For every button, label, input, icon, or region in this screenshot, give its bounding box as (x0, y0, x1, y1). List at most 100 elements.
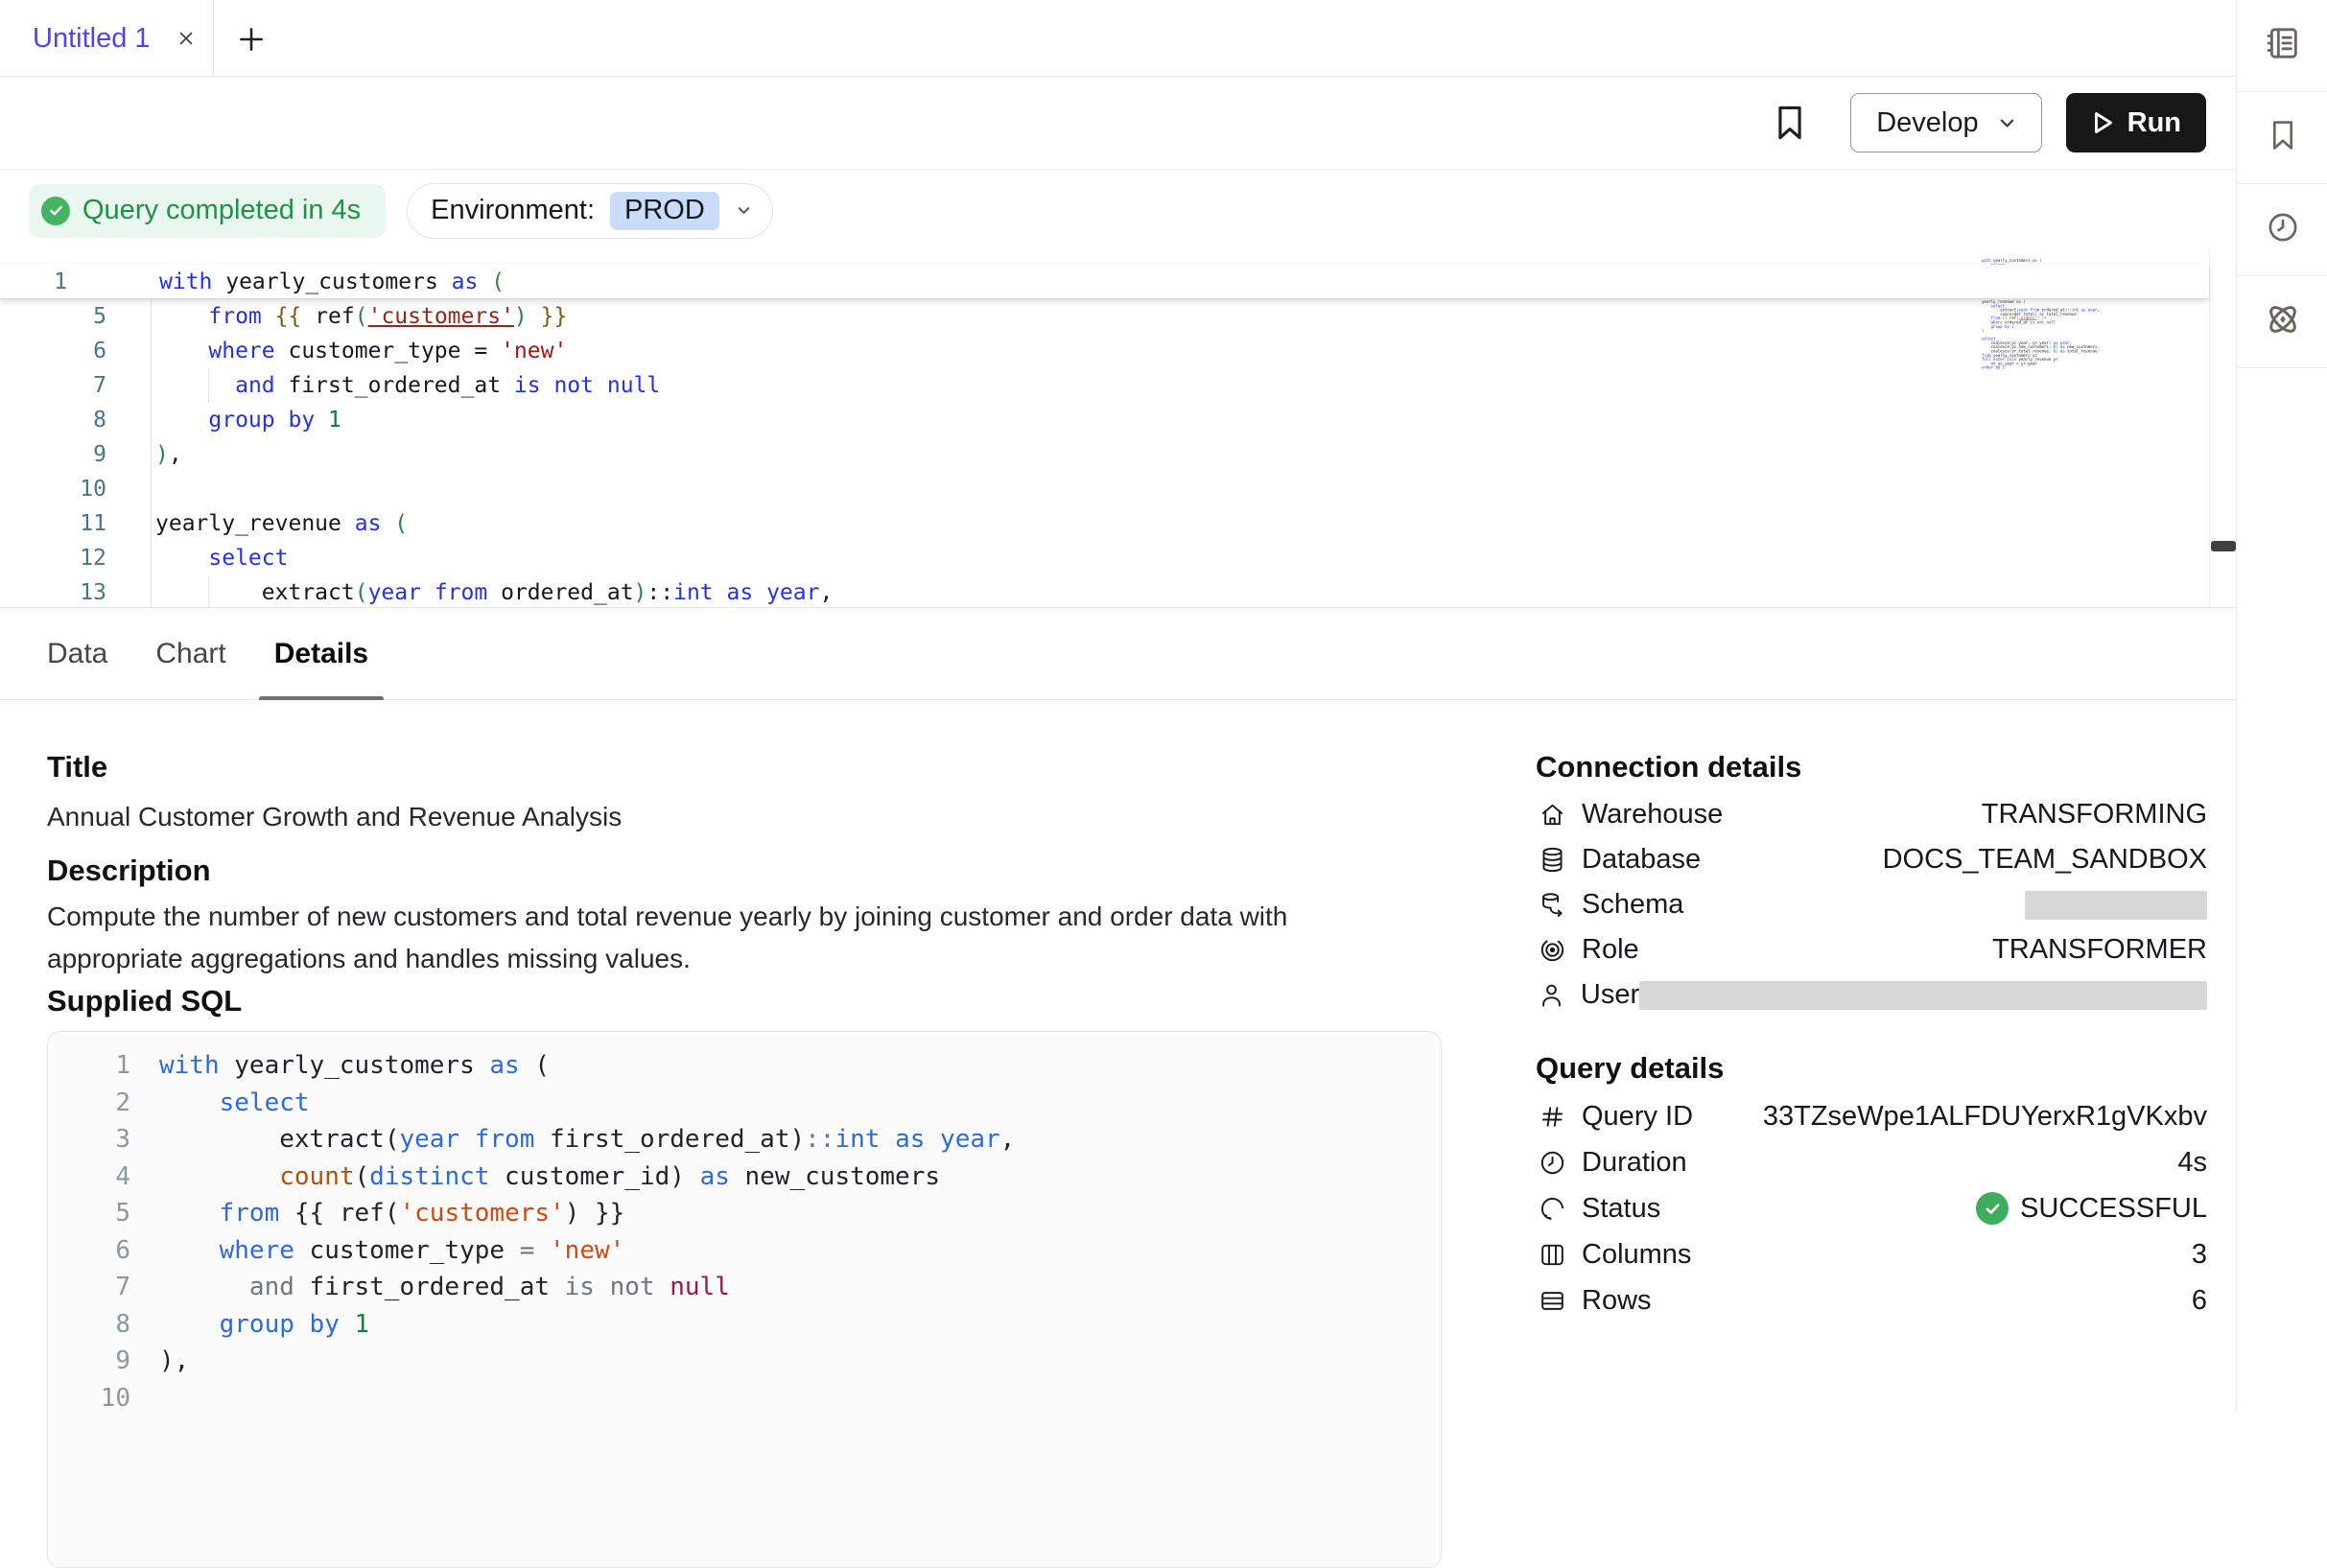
line-number: 7 (69, 1273, 130, 1301)
row-label: Role (1582, 934, 1639, 966)
connection-rows: Warehouse TRANSFORMING Database DOCS_TEAM_S… (1536, 792, 2207, 1018)
line-number: 5 (0, 299, 152, 334)
chevron-down-icon (1994, 110, 2020, 136)
row-value: 6 (2192, 1285, 2207, 1317)
status-icon (1536, 1194, 1568, 1224)
query-status-pill: Query completed in 4s (29, 184, 386, 238)
row-value: SUCCESSFUL (2020, 1193, 2207, 1225)
query-details-heading: Query details (1536, 1051, 1724, 1086)
row-label: Status (1582, 1193, 1660, 1225)
sticky-line-code: with yearly_customers as ( (155, 269, 505, 294)
supplied-sql-line-9: 9), (69, 1343, 1441, 1380)
tab-chart[interactable]: Chart (140, 608, 241, 700)
row-label: Warehouse (1582, 799, 1723, 831)
supplied-sql-line-4: 4 count(distinct customer_id) as new_cus… (69, 1158, 1441, 1196)
editor-line-6[interactable]: 6 where customer_type = 'new' (0, 334, 2209, 368)
description-heading: Description (47, 854, 211, 888)
detail-row-warehouse: Warehouse TRANSFORMING (1536, 792, 2207, 837)
close-tab-icon[interactable] (172, 24, 200, 53)
run-button[interactable]: Run (2066, 93, 2206, 152)
title-heading: Title (47, 750, 107, 784)
line-number: 1 (69, 1051, 130, 1080)
redacted-value (2025, 891, 2207, 920)
row-value: TRANSFORMING (1982, 799, 2207, 831)
sidebar-history-button[interactable] (2237, 184, 2327, 276)
run-label: Run (2127, 107, 2181, 139)
line-number: 6 (0, 334, 152, 368)
develop-dropdown[interactable]: Develop (1850, 93, 2041, 152)
line-number: 7 (0, 368, 152, 403)
warehouse-icon (1536, 800, 1568, 830)
line-number: 3 (69, 1125, 130, 1154)
line-number: 9 (69, 1346, 130, 1375)
detail-row-duration: Duration4s (1536, 1139, 2207, 1185)
editor-line-12[interactable]: 12 select (0, 541, 2209, 575)
rows-icon (1536, 1286, 1568, 1316)
line-number: 13 (0, 575, 152, 608)
line-number: 6 (69, 1236, 130, 1265)
status-bar: Query completed in 4s Environment: PROD (0, 170, 2236, 251)
bookmark-icon (1769, 102, 1811, 144)
supplied-sql-heading: Supplied SQL (47, 984, 242, 1018)
new-tab-button[interactable] (233, 21, 270, 58)
editor-line-7[interactable]: 7 and first_ordered_at is not null (0, 368, 2209, 403)
play-icon (2083, 105, 2120, 141)
editor-line-5[interactable]: 5 from {{ ref('customers') }} (0, 299, 2209, 334)
chevron-down-icon (733, 199, 755, 222)
supplied-sql-line-5: 5 from {{ ref('customers') }} (69, 1195, 1441, 1232)
sticky-line-number: 1 (0, 269, 152, 294)
tab-untitled-1[interactable]: Untitled 1 (0, 0, 214, 77)
sidebar-bookmark-button[interactable] (2237, 92, 2327, 184)
row-label: Rows (1582, 1285, 1652, 1317)
environment-badge: PROD (610, 192, 719, 230)
editor-line-10[interactable]: 10 (0, 472, 2209, 506)
develop-label: Develop (1876, 107, 1978, 139)
toolbar: Develop Run (0, 77, 2236, 170)
editor-scrollbar-track[interactable] (2209, 251, 2236, 607)
supplied-sql-line-6: 6 where customer_type = 'new' (69, 1232, 1441, 1270)
tab-data[interactable]: Data (32, 608, 123, 700)
role-icon (1536, 935, 1568, 965)
editor-sticky-line[interactable]: 1 with yearly_customers as ( (0, 265, 2209, 299)
editor-rows[interactable]: 5 from {{ ref('customers') }}6 where cus… (0, 299, 2209, 608)
editor-line-8[interactable]: 8 group by 1 (0, 403, 2209, 437)
line-number: 8 (0, 403, 152, 437)
tab-details[interactable]: Details (259, 608, 384, 700)
editor-line-13[interactable]: 13 extract(year from ordered_at)::int as… (0, 575, 2209, 608)
detail-row-query-id: Query ID33TZseWpe1ALFDUYerxR1gVKxbv (1536, 1093, 2207, 1139)
supplied-sql-line-8: 8 group by 1 (69, 1306, 1441, 1344)
lineage-icon (2263, 299, 2303, 344)
environment-label: Environment: (431, 195, 595, 226)
environment-dropdown[interactable]: Environment: PROD (407, 183, 773, 239)
query-status-text: Query completed in 4s (82, 195, 361, 226)
sidebar-notebook-button[interactable] (2237, 0, 2327, 92)
detail-row-user: User (1536, 972, 2207, 1018)
sidebar-lineage-button[interactable] (2237, 276, 2327, 368)
bookmark-button[interactable] (1768, 101, 1812, 145)
row-label: Duration (1582, 1147, 1687, 1179)
supplied-sql-line-3: 3 extract(year from first_ordered_at)::i… (69, 1121, 1441, 1158)
row-label: Database (1582, 844, 1701, 876)
history-icon (2265, 209, 2301, 250)
row-value: 3 (2192, 1239, 2207, 1271)
notebook-icon (2264, 24, 2302, 67)
results-tabs: DataChartDetails (0, 608, 2236, 700)
user-icon (1536, 980, 1567, 1010)
editor-scrollbar-thumb[interactable] (2211, 541, 2236, 551)
schema-icon (1536, 890, 1568, 920)
row-label: Query ID (1582, 1101, 1693, 1133)
details-panel: Title Annual Customer Growth and Revenue… (0, 700, 2236, 1410)
supplied-sql-line-7: 7 and first_ordered_at is not null (69, 1269, 1441, 1306)
editor-line-11[interactable]: 11yearly_revenue as ( (0, 506, 2209, 541)
title-value: Annual Customer Growth and Revenue Analy… (47, 796, 622, 838)
line-number: 12 (0, 541, 152, 575)
line-number: 4 (69, 1162, 130, 1191)
indent-guide (208, 575, 209, 608)
plus-icon (235, 23, 268, 56)
database-icon (1536, 845, 1568, 875)
detail-row-schema: Schema (1536, 882, 2207, 927)
row-value: DOCS_TEAM_SANDBOX (1883, 844, 2207, 876)
sql-editor[interactable]: 1 with yearly_customers as ( 5 from {{ r… (0, 251, 2236, 608)
editor-line-9[interactable]: 9), (0, 437, 2209, 472)
main-area: Untitled 1 Develop Run Query completed (0, 0, 2236, 1410)
